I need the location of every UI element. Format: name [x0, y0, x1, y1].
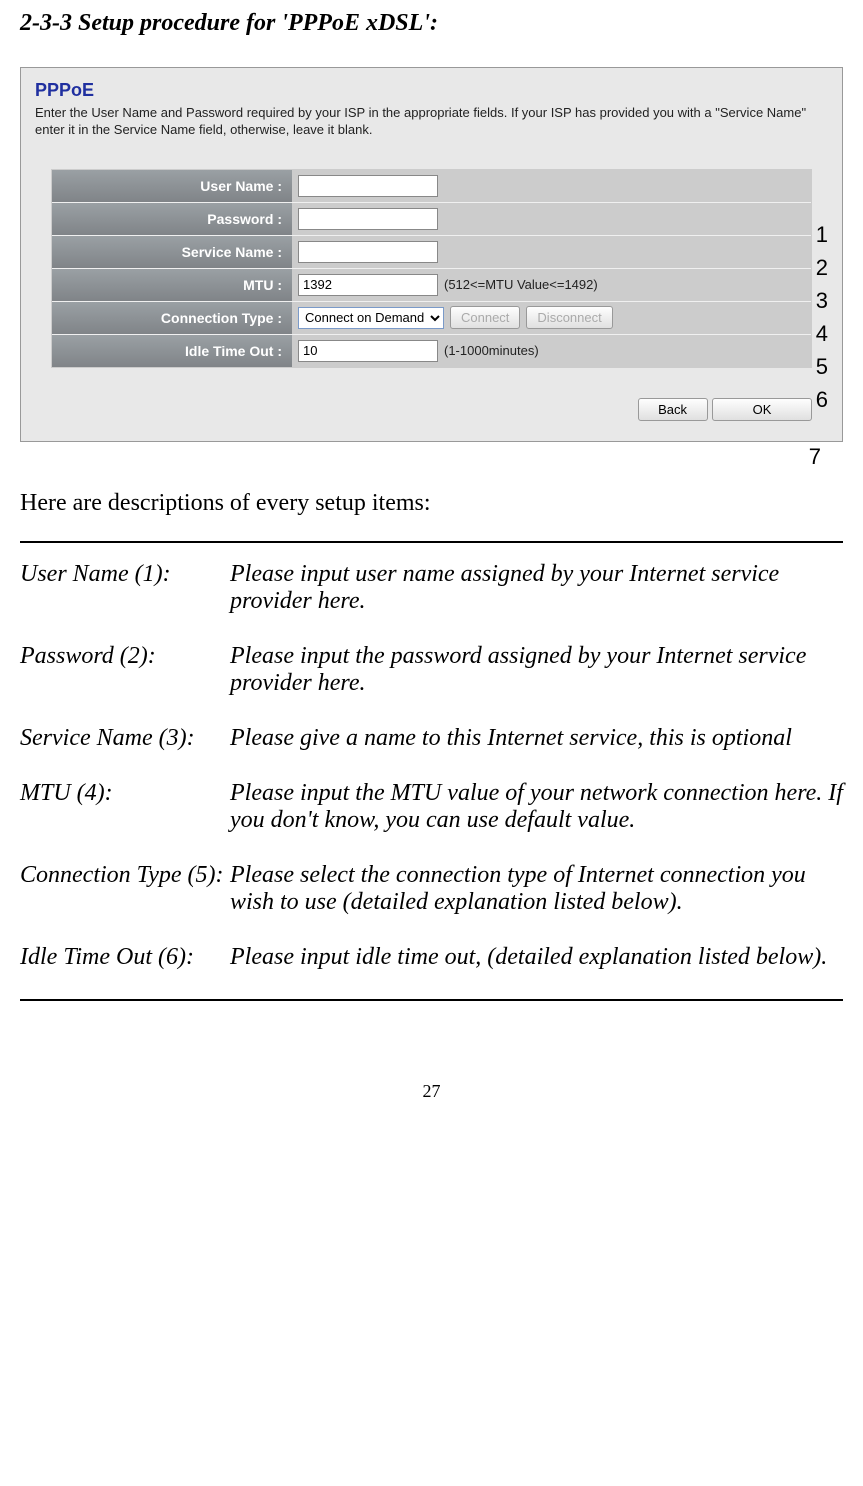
callout-3: 3	[816, 284, 846, 317]
term-idle-timeout: Idle Time Out (6):	[20, 944, 230, 971]
ok-button[interactable]: OK	[712, 398, 812, 421]
desc-mtu: MTU (4): Please input the MTU value of y…	[20, 780, 843, 834]
term-mtu: MTU (4):	[20, 780, 230, 834]
label-user-name: User Name :	[52, 170, 292, 202]
row-mtu: MTU : (512<=MTU Value<=1492)	[52, 269, 811, 302]
term-connection-type: Connection Type (5):	[20, 862, 230, 916]
label-password: Password :	[52, 203, 292, 235]
callout-2: 2	[816, 251, 846, 284]
label-idle-timeout: Idle Time Out :	[52, 335, 292, 367]
pppoe-screenshot: PPPoE Enter the User Name and Password r…	[20, 67, 843, 442]
idle-timeout-input[interactable]	[298, 340, 438, 362]
callout-4: 4	[816, 317, 846, 350]
row-password: Password :	[52, 203, 811, 236]
mtu-hint: (512<=MTU Value<=1492)	[444, 277, 598, 292]
bottom-rule	[20, 999, 843, 1001]
screenshot-description: Enter the User Name and Password require…	[35, 105, 828, 139]
term-password: Password (2):	[20, 643, 230, 697]
def-connection-type: Please select the connection type of Int…	[230, 862, 843, 916]
def-mtu: Please input the MTU value of your netwo…	[230, 780, 843, 834]
guide-intro: Here are descriptions of every setup ite…	[20, 490, 843, 517]
user-name-input[interactable]	[298, 175, 438, 197]
button-row: Back OK	[31, 388, 832, 431]
desc-service-name: Service Name (3): Please give a name to …	[20, 725, 843, 752]
row-service-name: Service Name :	[52, 236, 811, 269]
password-input[interactable]	[298, 208, 438, 230]
back-button[interactable]: Back	[638, 398, 708, 421]
def-password: Please input the password assigned by yo…	[230, 643, 843, 697]
connection-type-select[interactable]: Connect on Demand	[298, 307, 444, 329]
description-list: User Name (1): Please input user name as…	[20, 561, 843, 971]
screenshot-title: PPPoE	[35, 80, 832, 101]
mtu-input[interactable]	[298, 274, 438, 296]
top-rule	[20, 541, 843, 543]
label-connection-type: Connection Type :	[52, 302, 292, 334]
desc-idle-timeout: Idle Time Out (6): Please input idle tim…	[20, 944, 843, 971]
callout-1: 1	[816, 218, 846, 251]
callout-5: 5	[816, 350, 846, 383]
service-name-input[interactable]	[298, 241, 438, 263]
row-connection-type: Connection Type : Connect on Demand Conn…	[52, 302, 811, 335]
def-user-name: Please input user name assigned by your …	[230, 561, 843, 615]
desc-user-name: User Name (1): Please input user name as…	[20, 561, 843, 615]
desc-connection-type: Connection Type (5): Please select the c…	[20, 862, 843, 916]
def-service-name: Please give a name to this Internet serv…	[230, 725, 843, 752]
label-service-name: Service Name :	[52, 236, 292, 268]
callout-7: 7	[20, 444, 843, 470]
term-user-name: User Name (1):	[20, 561, 230, 615]
callout-numbers: 1 2 3 4 5 6	[816, 218, 846, 416]
page-number: 27	[20, 1081, 843, 1102]
section-title: 2-3-3 Setup procedure for 'PPPoE xDSL':	[20, 10, 843, 37]
row-user-name: User Name :	[52, 170, 811, 203]
row-idle-timeout: Idle Time Out : (1-1000minutes)	[52, 335, 811, 367]
desc-password: Password (2): Please input the password …	[20, 643, 843, 697]
connect-button[interactable]: Connect	[450, 306, 520, 329]
term-service-name: Service Name (3):	[20, 725, 230, 752]
disconnect-button[interactable]: Disconnect	[526, 306, 612, 329]
def-idle-timeout: Please input idle time out, (detailed ex…	[230, 944, 843, 971]
callout-6: 6	[816, 383, 846, 416]
idle-hint: (1-1000minutes)	[444, 343, 539, 358]
form-table: User Name : Password : Service Name : MT…	[51, 169, 812, 368]
label-mtu: MTU :	[52, 269, 292, 301]
